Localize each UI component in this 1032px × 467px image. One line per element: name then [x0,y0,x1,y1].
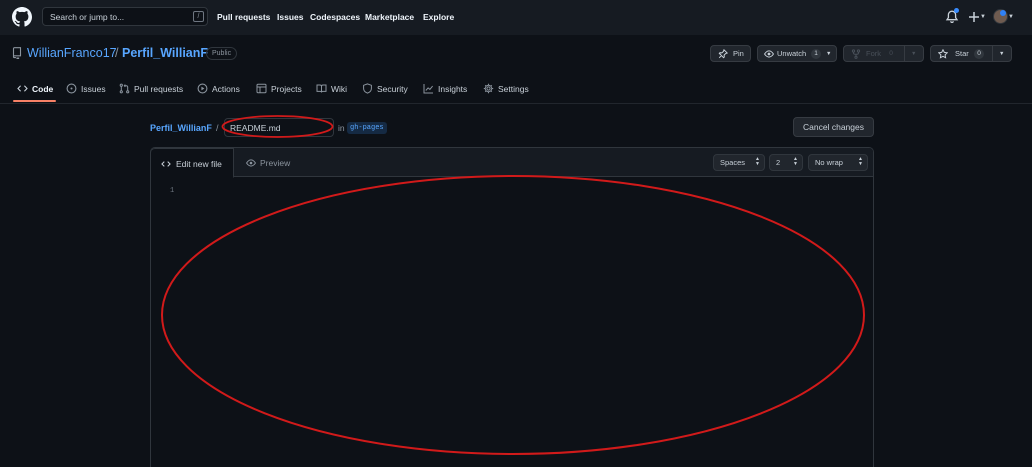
chevron-up-down-icon: ▲ ▼ [793,156,798,167]
play-icon [197,83,208,94]
tab-label: Edit new file [176,159,222,169]
fork-count: 0 [886,49,896,59]
repo-icon [12,47,22,59]
indent-size-select[interactable]: 2 ▲ ▼ [769,154,803,171]
tab-issues[interactable]: Issues [66,83,108,103]
chevron-down-icon[interactable]: ▼ [911,51,916,57]
branch-badge: gh-pages [347,122,387,134]
tab-label: Preview [260,158,291,168]
tab-settings[interactable]: Settings [483,83,531,103]
nav-codespaces[interactable]: Codespaces [310,12,360,22]
breadcrumb-repo-link[interactable]: Perfil_WillianF [150,123,212,133]
indent-mode-select[interactable]: Spaces ▲ ▼ [713,154,765,171]
chevron-up-down-icon: ▲ ▼ [858,156,863,167]
table-icon [256,83,267,94]
repo-owner-link[interactable]: WillianFranco17 [27,46,117,60]
code-icon [17,85,28,92]
tab-label: Insights [438,84,468,94]
chevron-down-icon[interactable]: ▼ [980,14,986,20]
tab-label: Wiki [331,84,348,94]
fork-label: Fork [866,49,881,58]
shield-icon [363,83,372,94]
filename-input[interactable] [224,118,334,137]
tab-pull-requests[interactable]: Pull requests [119,83,187,103]
global-header: Search or jump to... / Pull requests Iss… [0,0,1032,35]
pin-button[interactable]: Pin [710,45,751,62]
chevron-down-icon: ▼ [826,51,832,57]
star-button[interactable]: Star 0 ▼ [930,45,1012,62]
tab-security[interactable]: Security [362,83,410,103]
editor-toolbar: Edit new file Preview Spaces ▲ ▼ 2 ▲ ▼ No … [151,148,873,178]
chevron-up-down-icon: ▲ ▼ [755,156,760,167]
tab-label: Pull requests [134,84,184,94]
star-icon [938,49,948,59]
code-editor-textarea[interactable] [180,178,873,467]
graph-icon [423,84,433,94]
gear-icon [483,83,494,94]
git-pull-request-icon [119,83,130,94]
tab-label: Actions [212,84,240,94]
repo-path-separator: / [115,46,119,60]
tab-projects[interactable]: Projects [256,83,304,103]
chevron-down-icon[interactable]: ▼ [999,51,1004,57]
tab-insights[interactable]: Insights [423,83,471,103]
search-input[interactable]: Search or jump to... / [42,7,208,26]
tab-edit-new-file[interactable]: Edit new file [151,148,234,178]
repo-forked-icon [851,49,861,59]
code-icon [161,161,171,167]
notification-indicator [954,8,959,13]
search-shortcut-key: / [193,11,204,22]
github-logo-icon[interactable] [12,7,32,27]
fork-button[interactable]: Fork 0 ▼ [843,45,924,62]
selected-tab-indicator [13,100,56,102]
tab-label: Issues [81,84,106,94]
file-editor: Edit new file Preview Spaces ▲ ▼ 2 ▲ ▼ No … [150,147,874,467]
unwatch-button[interactable]: Unwatch 1 ▼ [757,45,837,62]
issue-opened-icon [66,83,77,94]
tab-wiki[interactable]: Wiki [316,83,350,103]
unwatch-label: Unwatch [777,49,807,58]
cancel-changes-button[interactable]: Cancel changes [793,117,874,137]
book-icon [316,84,327,93]
chevron-down-icon[interactable]: ▼ [1008,14,1014,20]
path-separator: / [216,123,219,133]
branch-in-label: in [338,123,345,133]
repo-header: WillianFranco17 / Perfil_WillianF Public… [0,35,1032,104]
star-label: Star [955,49,969,58]
nav-marketplace[interactable]: Marketplace [365,12,414,22]
nav-issues[interactable]: Issues [277,12,303,22]
eye-icon [246,159,256,167]
pin-label: Pin [733,49,744,58]
avatar[interactable] [993,9,1008,24]
line-number: 1 [170,187,175,195]
wrap-mode-select[interactable]: No wrap ▲ ▼ [808,154,868,171]
star-count: 0 [974,49,984,59]
repo-name-link[interactable]: Perfil_WillianF [122,46,208,60]
tab-actions[interactable]: Actions [197,83,243,103]
visibility-badge: Public [206,47,238,60]
tab-label: Settings [498,84,529,94]
tab-label: Security [377,84,408,94]
pin-icon [718,49,728,59]
search-placeholder: Search or jump to... [50,12,125,22]
eye-icon [764,50,774,58]
tab-label: Code [32,84,54,94]
nav-explore[interactable]: Explore [423,12,454,22]
watch-count: 1 [811,49,821,59]
nav-pull-requests[interactable]: Pull requests [217,12,270,22]
tab-label: Projects [271,84,302,94]
